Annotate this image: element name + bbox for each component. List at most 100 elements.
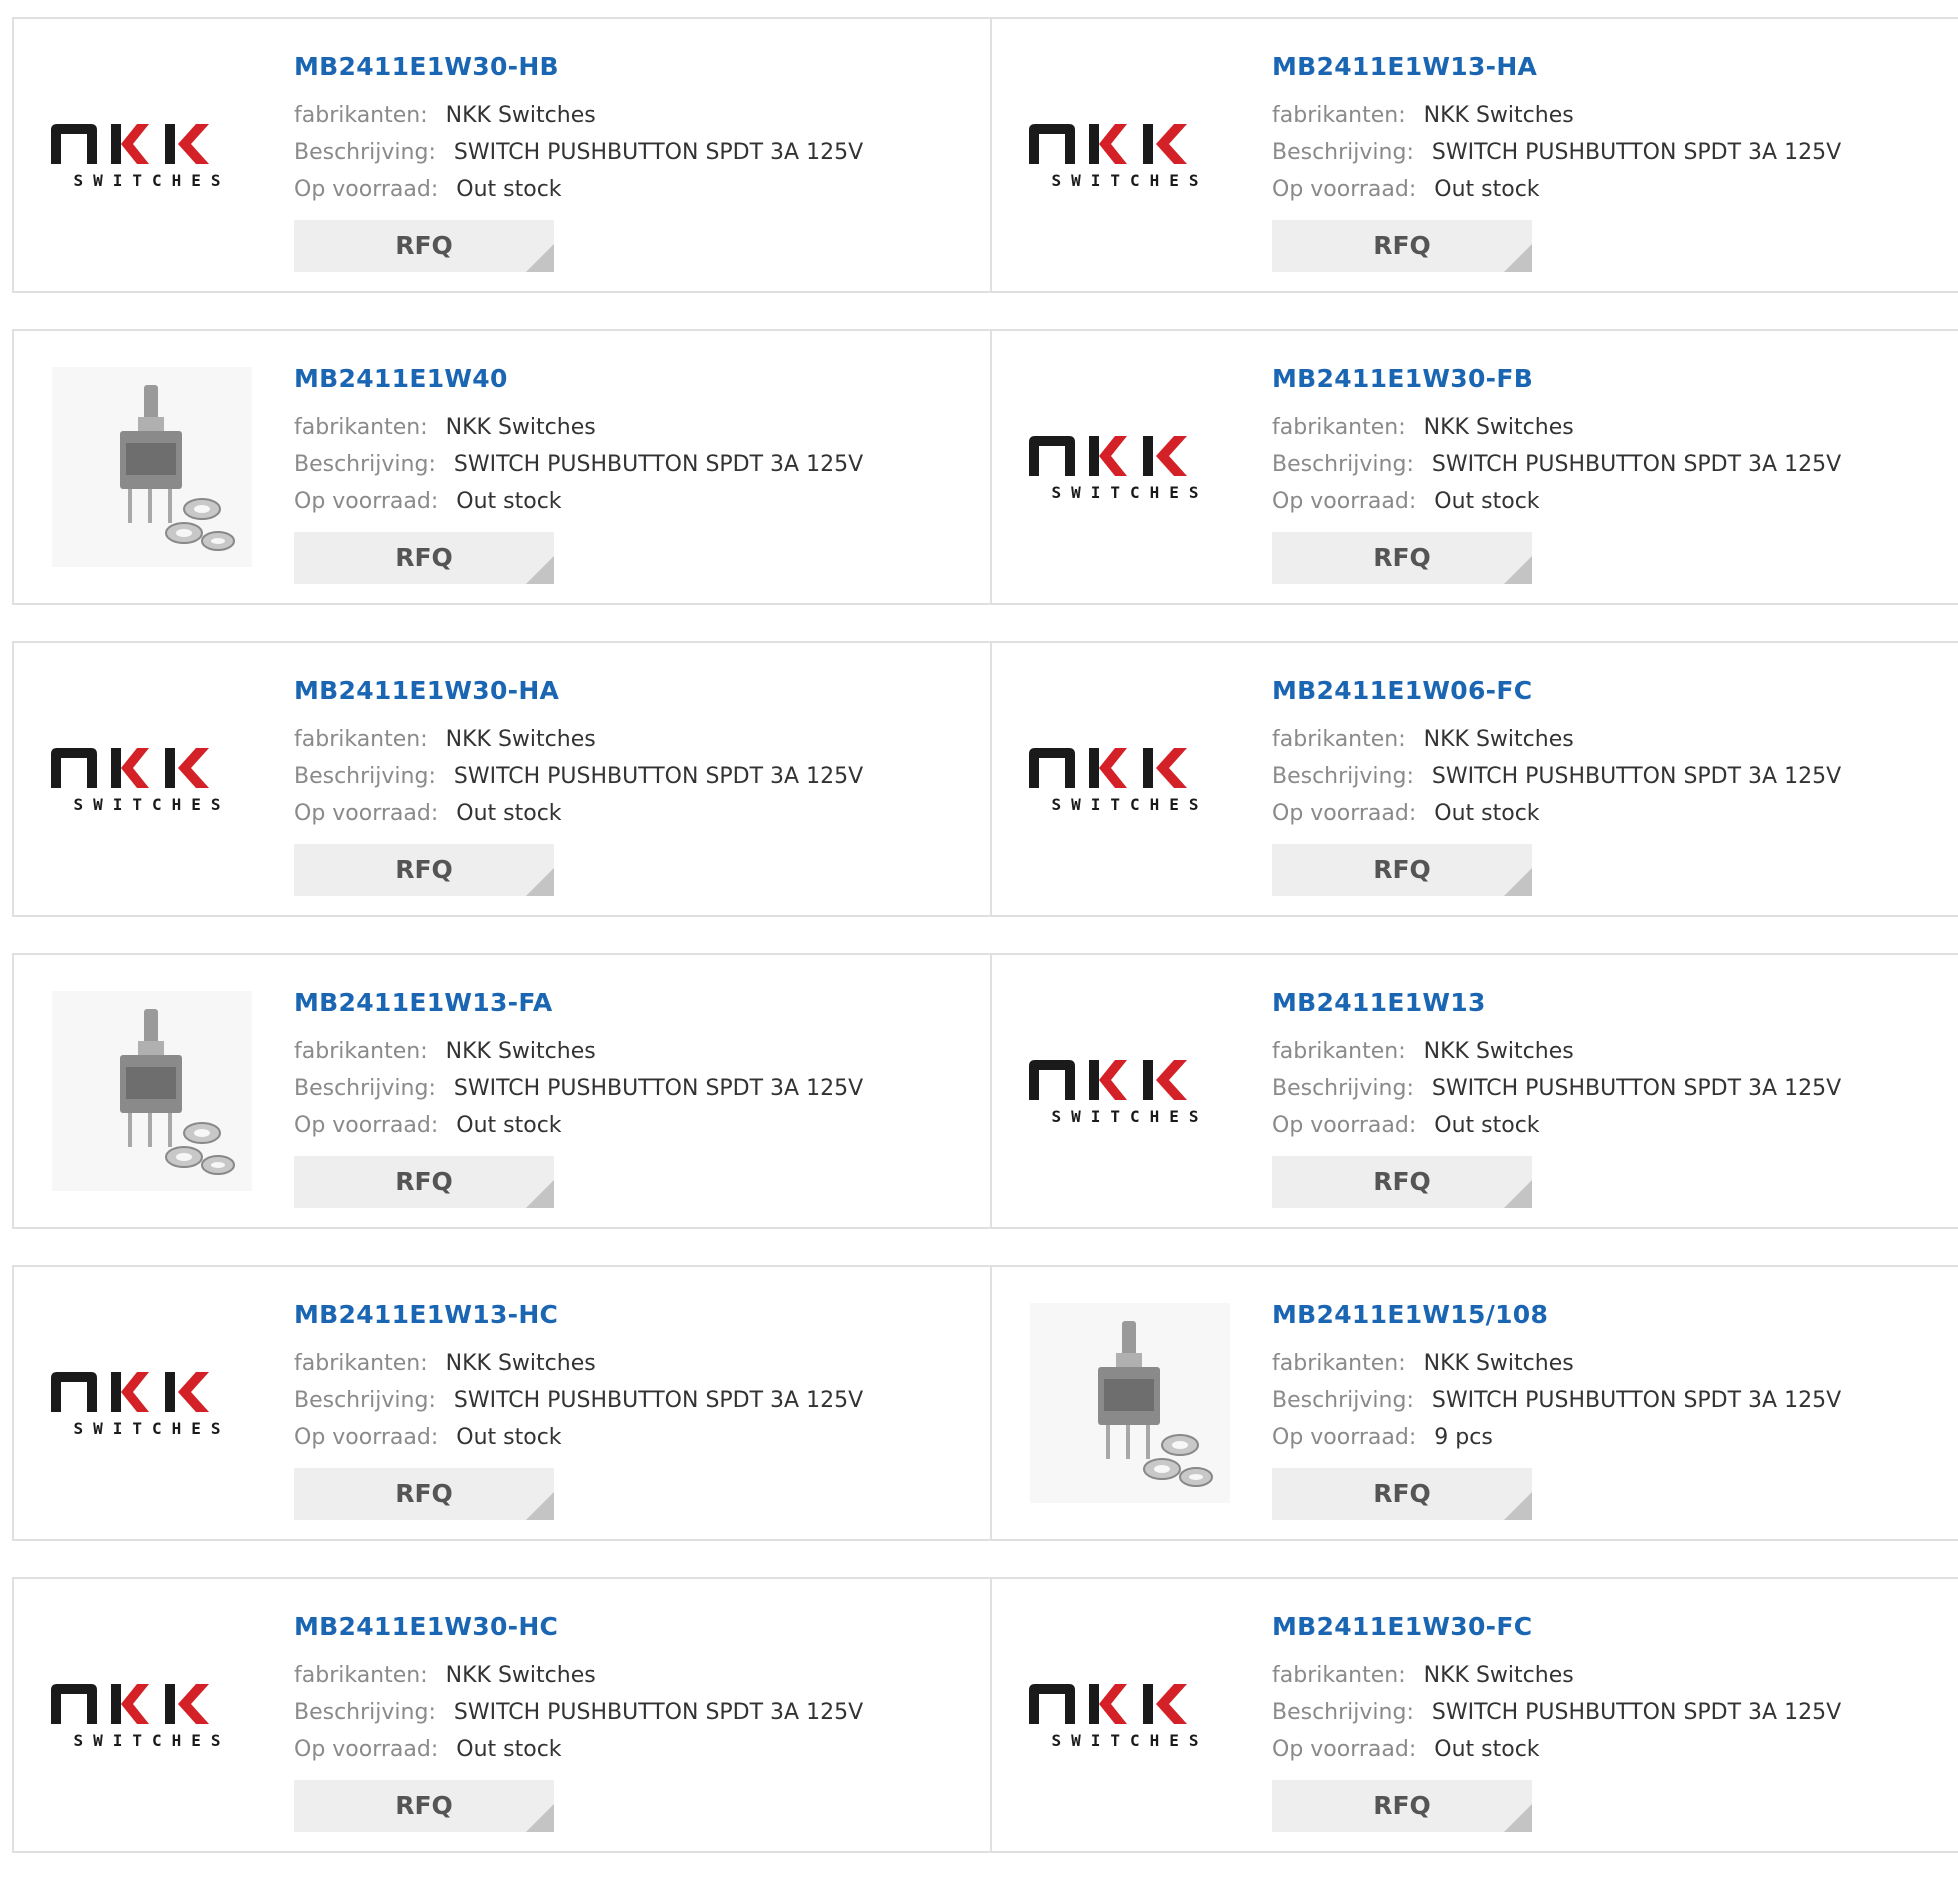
description-label: Beschrijving: <box>294 764 436 789</box>
product-title-link[interactable]: MB2411E1W30-FC <box>1272 1609 1841 1645</box>
rfq-button[interactable]: RFQ <box>294 1156 554 1208</box>
product-title-link[interactable]: MB2411E1W13 <box>1272 985 1841 1021</box>
manufacturer-value: NKK Switches <box>445 1039 596 1064</box>
rfq-button[interactable]: RFQ <box>294 1780 554 1832</box>
manufacturer-label: fabrikanten: <box>294 1351 428 1376</box>
product-image[interactable]: SWITCHES <box>1027 369 1233 569</box>
manufacturer-label: fabrikanten: <box>1272 1351 1406 1376</box>
product-card: SWITCHES MB2411E1W30-HA fabrikanten: NKK … <box>14 643 990 915</box>
description-value: SWITCH PUSHBUTTON SPDT 3A 125V <box>453 140 864 165</box>
rfq-button[interactable]: RFQ <box>1272 1156 1532 1208</box>
description-value: SWITCH PUSHBUTTON SPDT 3A 125V <box>453 452 864 477</box>
product-info: MB2411E1W13-HC fabrikanten: NKK Switches … <box>294 1297 863 1520</box>
rfq-button-label: RFQ <box>1373 1791 1431 1820</box>
manufacturer-row: fabrikanten: NKK Switches <box>1272 721 1841 758</box>
stock-label: Op voorraad: <box>1272 489 1417 514</box>
product-image[interactable]: SWITCHES <box>49 57 255 257</box>
description-row: Beschrijving: SWITCH PUSHBUTTON SPDT 3A 1… <box>294 1070 863 1107</box>
description-value: SWITCH PUSHBUTTON SPDT 3A 125V <box>1431 764 1842 789</box>
corner-triangle-icon <box>526 1804 554 1832</box>
pushbutton-switch-photo <box>52 367 252 571</box>
product-title-link[interactable]: MB2411E1W15/108 <box>1272 1297 1841 1333</box>
product-title-link[interactable]: MB2411E1W13-HA <box>1272 49 1841 85</box>
rfq-button[interactable]: RFQ <box>294 532 554 584</box>
product-card: SWITCHES MB2411E1W30-FC fabrikanten: NKK … <box>990 1579 1958 1851</box>
stock-label: Op voorraad: <box>294 1113 439 1138</box>
product-title-link[interactable]: MB2411E1W13-HC <box>294 1297 863 1333</box>
rfq-button[interactable]: RFQ <box>1272 844 1532 896</box>
stock-label: Op voorraad: <box>294 177 439 202</box>
stock-row: Op voorraad: Out stock <box>1272 1107 1841 1144</box>
rfq-button[interactable]: RFQ <box>294 220 554 272</box>
logo-wordmark: SWITCHES <box>73 1419 230 1438</box>
product-image[interactable]: SWITCHES <box>1029 681 1230 881</box>
product-image[interactable] <box>1030 1303 1230 1505</box>
stock-label: Op voorraad: <box>294 801 439 826</box>
product-row: SWITCHES MB2411E1W13-HC fabrikanten: NKK … <box>12 1265 1958 1541</box>
corner-triangle-icon <box>526 1492 554 1520</box>
pushbutton-switch-photo <box>52 991 252 1195</box>
rfq-button[interactable]: RFQ <box>1272 532 1532 584</box>
corner-triangle-icon <box>1504 1492 1532 1520</box>
manufacturer-value: NKK Switches <box>445 103 596 128</box>
manufacturer-row: fabrikanten: NKK Switches <box>1272 1657 1841 1694</box>
product-title-link[interactable]: MB2411E1W06-FC <box>1272 673 1841 709</box>
nkk-switches-logo: SWITCHES <box>1027 122 1233 192</box>
product-title-link[interactable]: MB2411E1W30-HB <box>294 49 863 85</box>
logo-wordmark: SWITCHES <box>1051 1731 1208 1750</box>
product-title-link[interactable]: MB2411E1W13-FA <box>294 985 863 1021</box>
stock-label: Op voorraad: <box>294 1737 439 1762</box>
product-info: MB2411E1W30-HC fabrikanten: NKK Switches … <box>294 1609 863 1832</box>
description-label: Beschrijving: <box>1272 140 1414 165</box>
product-image[interactable]: SWITCHES <box>51 681 252 881</box>
stock-value: Out stock <box>456 489 562 514</box>
product-image[interactable]: SWITCHES <box>1027 57 1233 257</box>
rfq-button[interactable]: RFQ <box>294 1468 554 1520</box>
rfq-button-label: RFQ <box>1373 1167 1431 1196</box>
corner-triangle-icon <box>1504 868 1532 896</box>
product-row: SWITCHES MB2411E1W30-HB fabrikanten: NKK … <box>12 17 1958 293</box>
product-info: MB2411E1W30-HB fabrikanten: NKK Switches … <box>294 49 863 272</box>
product-title-link[interactable]: MB2411E1W40 <box>294 361 863 397</box>
rfq-button[interactable]: RFQ <box>294 844 554 896</box>
product-title-link[interactable]: MB2411E1W30-FB <box>1272 361 1841 397</box>
product-title-link[interactable]: MB2411E1W30-HC <box>294 1609 863 1645</box>
rfq-button[interactable]: RFQ <box>1272 1780 1532 1832</box>
manufacturer-row: fabrikanten: NKK Switches <box>1272 97 1841 134</box>
rfq-button-label: RFQ <box>1373 855 1431 884</box>
product-title-link[interactable]: MB2411E1W30-HA <box>294 673 863 709</box>
product-image[interactable] <box>52 367 252 571</box>
product-image[interactable]: SWITCHES <box>1029 1617 1230 1817</box>
stock-row: Op voorraad: Out stock <box>1272 483 1841 520</box>
manufacturer-row: fabrikanten: NKK Switches <box>294 409 863 446</box>
description-label: Beschrijving: <box>1272 764 1414 789</box>
stock-row: Op voorraad: Out stock <box>294 1419 863 1456</box>
description-row: Beschrijving: SWITCH PUSHBUTTON SPDT 3A 1… <box>294 1694 863 1731</box>
nkk-switches-logo: SWITCHES <box>1027 1058 1233 1128</box>
product-image[interactable]: SWITCHES <box>1027 993 1233 1193</box>
stock-label: Op voorraad: <box>1272 1737 1417 1762</box>
product-row: MB2411E1W40 fabrikanten: NKK Switches Bes… <box>12 329 1958 605</box>
description-row: Beschrijving: SWITCH PUSHBUTTON SPDT 3A 1… <box>294 1382 863 1419</box>
manufacturer-value: NKK Switches <box>445 1351 596 1376</box>
stock-value: Out stock <box>1434 177 1540 202</box>
product-image[interactable] <box>52 991 252 1195</box>
manufacturer-value: NKK Switches <box>1423 1663 1574 1688</box>
nkk-switches-logo: SWITCHES <box>49 122 255 192</box>
corner-triangle-icon <box>1504 556 1532 584</box>
description-value: SWITCH PUSHBUTTON SPDT 3A 125V <box>1431 1076 1842 1101</box>
stock-label: Op voorraad: <box>1272 1113 1417 1138</box>
stock-row: Op voorraad: Out stock <box>294 483 863 520</box>
description-row: Beschrijving: SWITCH PUSHBUTTON SPDT 3A 1… <box>294 758 863 795</box>
stock-value: Out stock <box>1434 801 1540 826</box>
manufacturer-label: fabrikanten: <box>294 1663 428 1688</box>
product-image[interactable]: SWITCHES <box>51 1617 252 1817</box>
product-image[interactable]: SWITCHES <box>51 1305 252 1505</box>
rfq-button[interactable]: RFQ <box>1272 220 1532 272</box>
description-row: Beschrijving: SWITCH PUSHBUTTON SPDT 3A 1… <box>294 134 863 171</box>
nkk-switches-logo: SWITCHES <box>1027 434 1233 504</box>
corner-triangle-icon <box>1504 1804 1532 1832</box>
product-info: MB2411E1W30-HA fabrikanten: NKK Switches … <box>294 673 863 896</box>
manufacturer-row: fabrikanten: NKK Switches <box>294 97 863 134</box>
rfq-button[interactable]: RFQ <box>1272 1468 1532 1520</box>
